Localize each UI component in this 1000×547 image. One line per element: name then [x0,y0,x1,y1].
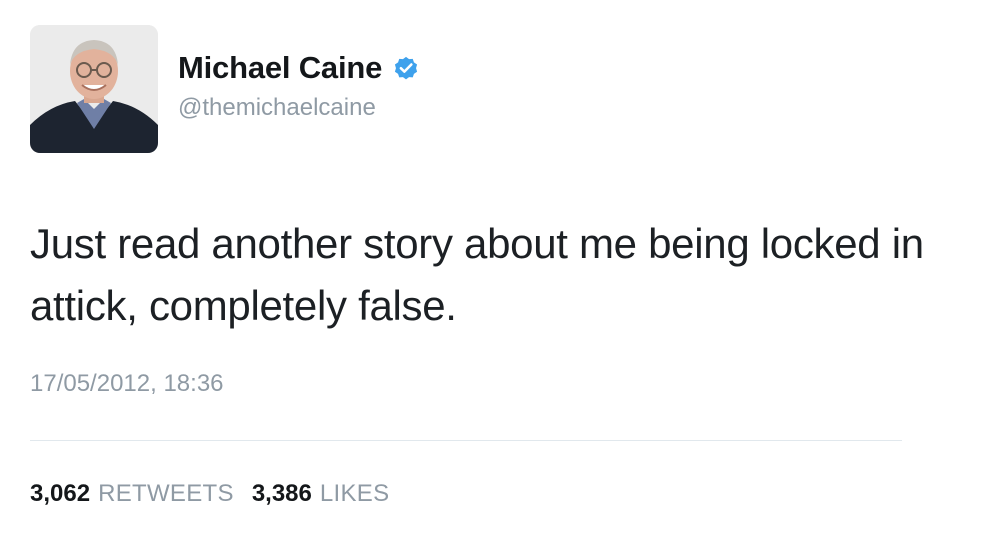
author-name-row: Michael Caine [178,50,420,86]
retweets-count: 3,062 [30,480,91,507]
retweets-label: RETWEETS [98,480,234,507]
profile-photo-icon [30,25,158,153]
author-display-name[interactable]: Michael Caine [178,50,382,86]
tweet-card: Michael Caine @themichaelcaine Just read… [0,0,1000,547]
likes-stat[interactable]: 3,386 LIKES [252,480,390,508]
author-avatar[interactable] [30,25,158,153]
likes-label: LIKES [319,480,390,507]
tweet-timestamp[interactable]: 17/05/2012, 18:36 [30,370,224,398]
verified-badge-icon [392,54,420,82]
likes-count: 3,386 [251,480,312,507]
tweet-text: Just read another story about me being l… [30,220,924,329]
author-handle[interactable]: @themichaelcaine [178,94,376,122]
retweets-stat[interactable]: 3,062 RETWEETS [30,480,234,508]
divider [30,440,902,441]
tweet-stats: 3,062 RETWEETS 3,386 LIKES [30,480,407,508]
